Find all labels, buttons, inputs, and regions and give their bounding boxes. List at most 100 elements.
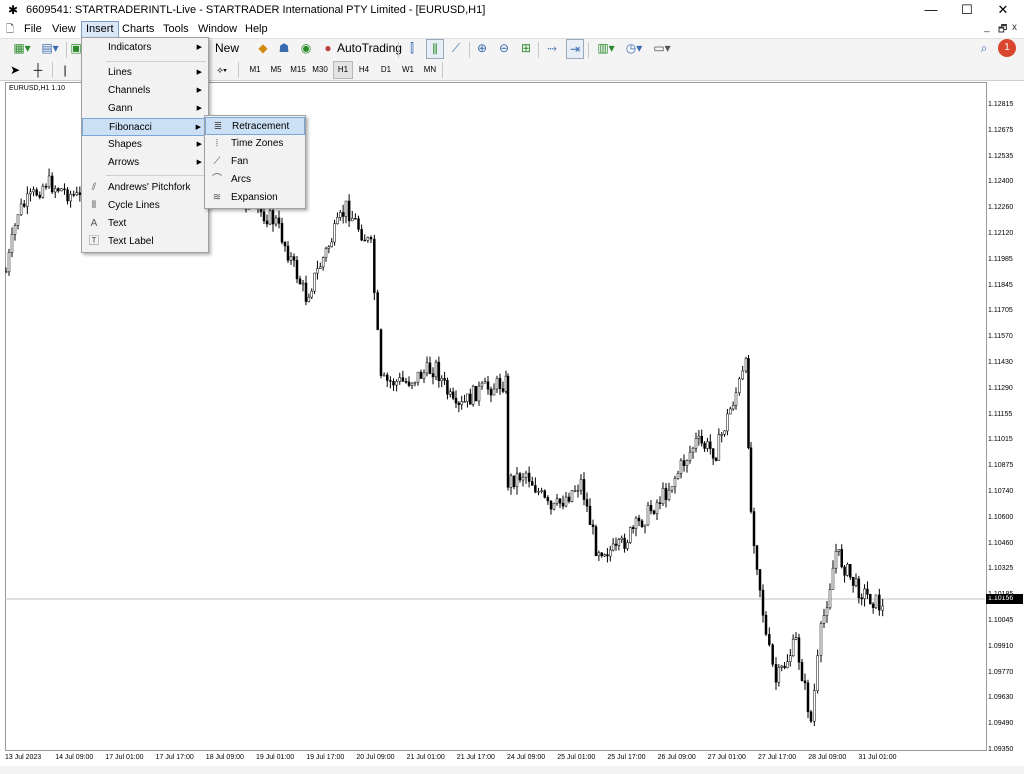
- menu-item-fibonacci[interactable]: Fibonacci ▶: [82, 118, 208, 136]
- candle-body: [398, 377, 401, 382]
- autoscroll-icon[interactable]: ⤑: [544, 39, 560, 57]
- new-order-button[interactable]: New Order: [204, 39, 250, 73]
- maximize-button[interactable]: ☐: [952, 1, 982, 19]
- candle-body: [806, 682, 810, 713]
- menu-tools[interactable]: Tools: [159, 22, 193, 37]
- menu-item-andrews-pitchfork[interactable]: ⫽ Andrews' Pitchfork: [82, 179, 208, 197]
- candle-body: [709, 441, 712, 449]
- timeframe-mn[interactable]: MN: [421, 61, 439, 79]
- templates-icon[interactable]: ▭▾: [650, 39, 674, 57]
- candle-body: [761, 589, 765, 616]
- timeframe-m15[interactable]: M15: [289, 61, 307, 79]
- candle-body: [591, 524, 595, 527]
- menu-view[interactable]: View: [48, 22, 80, 37]
- chart-shift-icon[interactable]: ⇥: [566, 39, 584, 59]
- menu-item-indicators[interactable]: Indicators ▶: [82, 39, 208, 57]
- autotrading-icon[interactable]: ●: [320, 39, 336, 57]
- menu-window[interactable]: Window: [194, 22, 241, 37]
- menu-item-expansion[interactable]: ≋ Expansion: [205, 189, 305, 207]
- candle-body: [304, 282, 308, 302]
- notification-icon[interactable]: 1: [998, 39, 1016, 57]
- timeframe-m1[interactable]: M1: [246, 61, 264, 79]
- close-button[interactable]: ✕: [988, 1, 1018, 19]
- menu-file[interactable]: File: [20, 22, 46, 37]
- objects-dropdown-icon[interactable]: ⟡▾: [210, 61, 234, 79]
- vertical-line-icon[interactable]: |: [60, 61, 70, 79]
- menu-item-shapes[interactable]: Shapes ▶: [82, 136, 208, 154]
- timeframe-m5[interactable]: M5: [267, 61, 285, 79]
- candle-body: [849, 564, 852, 578]
- candle-body: [552, 502, 556, 510]
- timeframe-w1[interactable]: W1: [399, 61, 417, 79]
- menu-item-retracement[interactable]: ≣ Retracement: [205, 117, 305, 135]
- menu-item-channels[interactable]: Channels ▶: [82, 82, 208, 100]
- candle-body: [576, 489, 580, 492]
- crosshair-icon[interactable]: ┼: [30, 61, 46, 79]
- time-tick-label: 14 Jul 09:00: [55, 754, 94, 761]
- menu-charts[interactable]: Charts: [118, 22, 158, 37]
- tile-windows-icon[interactable]: ⊞: [518, 39, 534, 57]
- candle-body: [386, 374, 389, 381]
- text-label-icon: 🅃: [89, 236, 99, 247]
- candle-body: [834, 551, 838, 569]
- periods-icon[interactable]: ◷▾: [622, 39, 646, 57]
- terminal-icon[interactable]: ☗: [276, 39, 292, 57]
- menu-item-lines[interactable]: Lines ▶: [82, 64, 208, 82]
- signals-icon[interactable]: ◉: [298, 39, 314, 57]
- timeframe-d1[interactable]: D1: [377, 61, 395, 79]
- cursor-icon[interactable]: ➤: [8, 61, 22, 79]
- mdi-minimize-button[interactable]: _: [984, 22, 990, 33]
- candle-body: [582, 479, 586, 500]
- mdi-close-button[interactable]: x: [1012, 22, 1017, 33]
- candle-body: [354, 218, 357, 220]
- zoom-out-icon[interactable]: ⊖: [496, 39, 512, 57]
- candle-body: [310, 290, 313, 298]
- profiles-icon[interactable]: ▤▾: [38, 39, 62, 57]
- bar-chart-icon[interactable]: ⫿: [404, 39, 420, 57]
- minimize-button[interactable]: —: [916, 1, 946, 19]
- candle-body: [307, 296, 311, 302]
- new-chart-icon[interactable]: ▦▾: [8, 39, 36, 57]
- timeframe-m30[interactable]: M30: [311, 61, 329, 79]
- zoom-in-icon[interactable]: ⊕: [474, 39, 490, 57]
- menu-item-time-zones[interactable]: ⦙ Time Zones: [205, 135, 305, 153]
- mdi-restore-button[interactable]: 🗗: [998, 22, 1007, 39]
- timeframe-h1[interactable]: H1: [333, 61, 353, 79]
- submenu-arrow-icon: ▶: [196, 87, 202, 94]
- candle-body: [797, 637, 801, 663]
- candle-body: [537, 491, 540, 493]
- menu-help[interactable]: Help: [241, 22, 272, 37]
- candlestick-icon[interactable]: ⫼: [426, 39, 444, 59]
- menu-item-cycle-lines[interactable]: ⦀ Cycle Lines: [82, 197, 208, 215]
- price-tick-label: 1.09490: [988, 720, 1014, 728]
- time-tick-label: 25 Jul 01:00: [557, 754, 596, 761]
- menu-item-text-label[interactable]: 🅃 Text Label: [82, 233, 208, 251]
- line-chart-icon[interactable]: ⟋: [448, 39, 464, 57]
- search-icon[interactable]: ⌕: [976, 39, 992, 57]
- menu-item-arcs[interactable]: ⌒ Arcs: [205, 171, 305, 189]
- candle-body: [831, 567, 835, 590]
- menu-insert[interactable]: Insert: [81, 21, 119, 38]
- menu-item-gann[interactable]: Gann ▶: [82, 100, 208, 118]
- candle-body: [837, 549, 841, 552]
- time-tick-label: 19 Jul 01:00: [256, 754, 295, 761]
- timeframe-h4[interactable]: H4: [355, 61, 373, 79]
- candle-body: [471, 385, 475, 405]
- title-bar: ✱ 6609541: STARTRADERINTL-Live - STARTRA…: [0, 0, 1024, 20]
- candle-body: [262, 211, 266, 222]
- menu-item-text[interactable]: A Text: [82, 215, 208, 233]
- candle-body: [869, 594, 872, 605]
- candle-body: [366, 237, 370, 241]
- candle-body: [449, 391, 452, 395]
- indicators-list-icon[interactable]: ▥▾: [594, 39, 618, 57]
- metaeditor-icon[interactable]: ◆: [255, 39, 271, 57]
- menu-item-fan[interactable]: ⟋ Fan: [205, 153, 305, 171]
- candle-body: [676, 473, 680, 479]
- toolbar-separator: [52, 62, 53, 78]
- menu-item-arrows[interactable]: Arrows ▶: [82, 154, 208, 172]
- time-tick-label: 24 Jul 09:00: [507, 754, 546, 761]
- candle-body: [50, 175, 54, 193]
- autotrading-button[interactable]: AutoTrading: [337, 39, 402, 57]
- status-bar: [0, 766, 1024, 774]
- time-tick-label: 17 Jul 17:00: [155, 754, 194, 761]
